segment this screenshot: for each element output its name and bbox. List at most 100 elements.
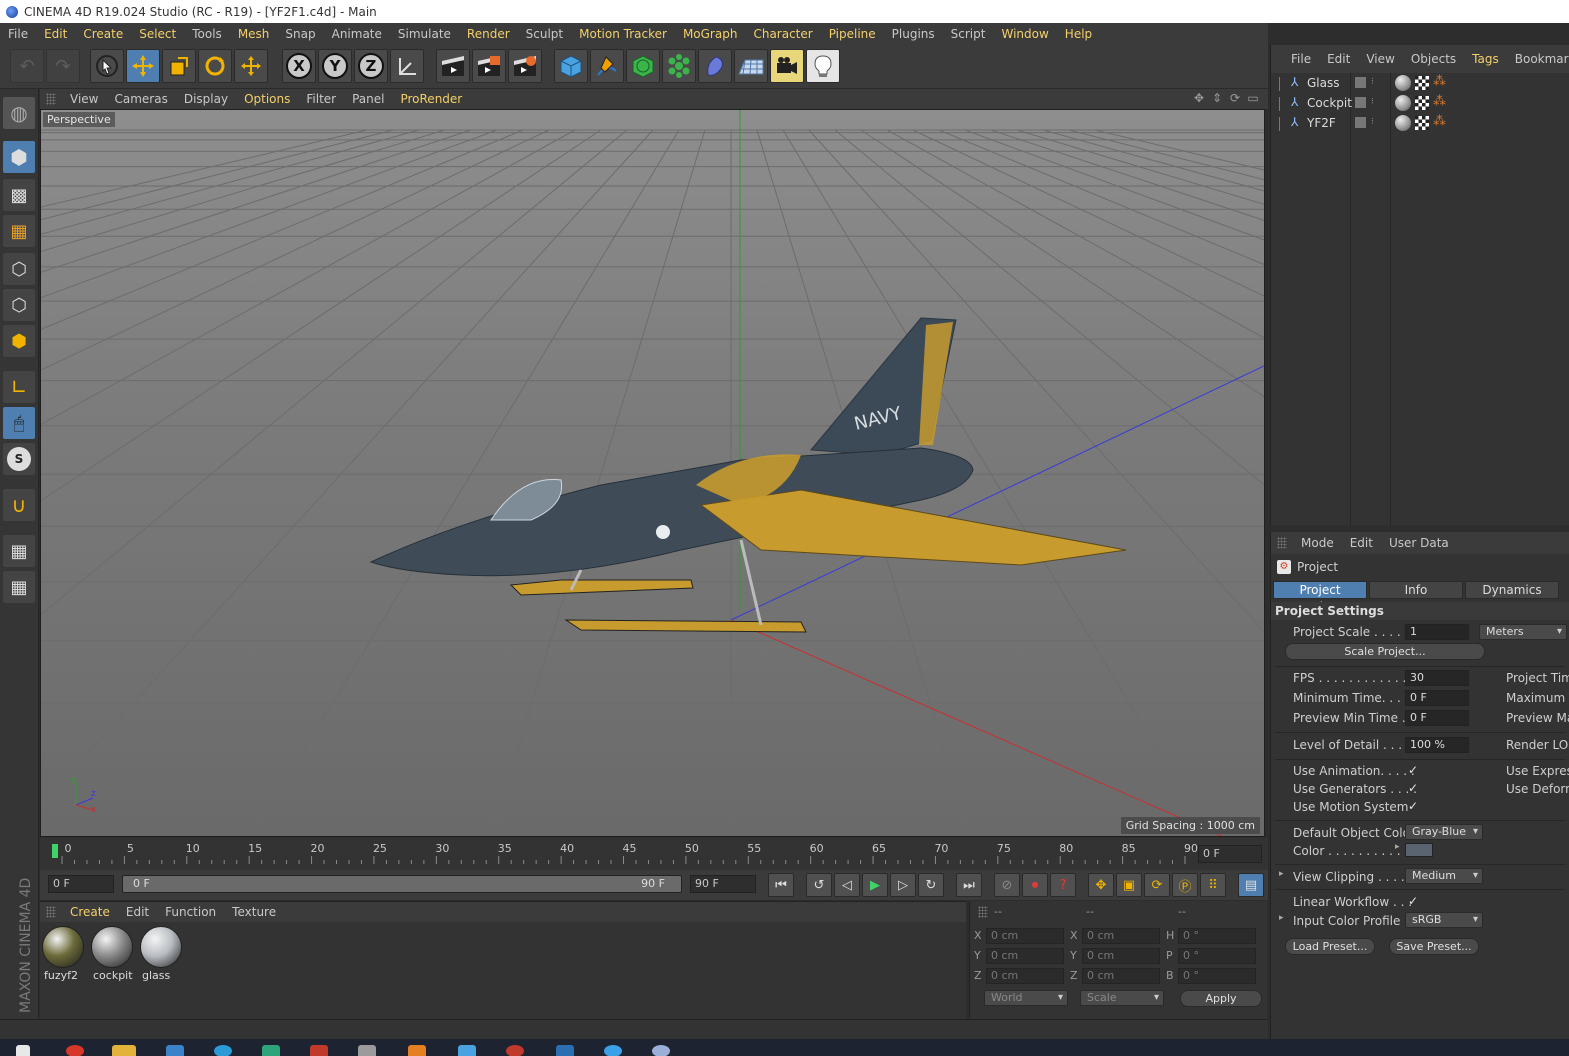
- texture-tag-icon[interactable]: [1415, 96, 1429, 110]
- previous-key-button[interactable]: ↺: [806, 873, 832, 897]
- uvw-tag-icon[interactable]: ⁂: [1433, 74, 1446, 89]
- position-field[interactable]: 0 cm: [986, 928, 1064, 944]
- menu-character[interactable]: Character: [745, 27, 820, 41]
- timeline-window-button[interactable]: ▤: [1238, 873, 1264, 897]
- attr-menu-edit[interactable]: Edit: [1342, 536, 1381, 550]
- menu-select[interactable]: Select: [131, 27, 184, 41]
- render-settings-button[interactable]: [508, 49, 542, 83]
- uvw-tag-icon[interactable]: ⁂: [1433, 114, 1446, 129]
- scale-project-button[interactable]: Scale Project...: [1285, 643, 1485, 660]
- menu-animate[interactable]: Animate: [324, 27, 390, 41]
- size-field[interactable]: 0 cm: [1082, 968, 1160, 984]
- menu-snap[interactable]: Snap: [277, 27, 323, 41]
- file-explorer-icon[interactable]: [112, 1045, 136, 1056]
- coordinate-mode-dropdown[interactable]: World: [984, 990, 1068, 1006]
- next-frame-button[interactable]: ▷: [890, 873, 916, 897]
- timeline-ruler[interactable]: 0 5 10 15 20 25 30 35 40 45 50 55 60 65 70 75 80 85 90 0 F: [40, 838, 1268, 870]
- snap-button[interactable]: S: [3, 443, 35, 475]
- rotation-field[interactable]: 0 °: [1178, 948, 1256, 964]
- uvw-tag-icon[interactable]: ⁂: [1433, 94, 1446, 109]
- cube-primitive-button[interactable]: [554, 49, 588, 83]
- app-green-icon[interactable]: [262, 1045, 280, 1056]
- end-frame-field[interactable]: 90 F: [690, 875, 756, 893]
- material-menu-edit[interactable]: Edit: [118, 905, 157, 919]
- use-generators-checkbox[interactable]: ✓: [1408, 781, 1418, 795]
- menu-create[interactable]: Create: [75, 27, 131, 41]
- object-row[interactable]: ⅄ Cockpit ⁝ ⁂: [1271, 94, 1569, 113]
- perspective-viewport[interactable]: NAVY y z x Perspective Grid Spacing : 10…: [40, 109, 1265, 837]
- use-motion-checkbox[interactable]: ✓: [1408, 799, 1418, 813]
- chrome-icon[interactable]: [66, 1045, 84, 1056]
- size-field[interactable]: 0 cm: [1082, 948, 1160, 964]
- edges-mode-button[interactable]: ⬡: [3, 289, 35, 321]
- photoshop-icon[interactable]: [556, 1045, 574, 1056]
- magnet-button[interactable]: ∪: [3, 489, 35, 521]
- undo-button[interactable]: ↶: [10, 49, 44, 83]
- material-tag-icon[interactable]: [1395, 75, 1411, 91]
- render-visibility-dots-icon[interactable]: ⁝: [1371, 97, 1374, 107]
- floor-button[interactable]: [734, 49, 768, 83]
- input-color-profile-dropdown[interactable]: sRGB: [1405, 912, 1483, 928]
- render-view-button[interactable]: [436, 49, 470, 83]
- color-swatch[interactable]: [1405, 843, 1433, 857]
- redo-button[interactable]: ↷: [46, 49, 80, 83]
- save-preset-button[interactable]: Save Preset...: [1389, 938, 1479, 955]
- tab-dynamics[interactable]: Dynamics: [1465, 581, 1559, 599]
- viewport-menu-panel[interactable]: Panel: [344, 92, 392, 106]
- points-mode-button[interactable]: ⬡: [3, 253, 35, 285]
- editor-visibility-icon[interactable]: [1355, 77, 1366, 88]
- camera-button[interactable]: [770, 49, 804, 83]
- app-gray-icon[interactable]: [358, 1045, 376, 1056]
- current-frame-field[interactable]: 0 F: [1198, 845, 1262, 863]
- pan-view-icon[interactable]: ✥: [1192, 91, 1206, 105]
- viewport-menu-prorender[interactable]: ProRender: [392, 92, 470, 106]
- keyframe-selection-button[interactable]: ?: [1050, 873, 1076, 897]
- app-red-icon[interactable]: [310, 1045, 328, 1056]
- menu-edit[interactable]: Edit: [36, 27, 75, 41]
- viewport-menu-filter[interactable]: Filter: [298, 92, 344, 106]
- model-mode-button[interactable]: ⬢: [3, 141, 35, 173]
- material-swatch[interactable]: fuzyf2: [42, 926, 86, 982]
- viewport-menu-options[interactable]: Options: [236, 92, 298, 106]
- menu-mesh[interactable]: Mesh: [230, 27, 278, 41]
- object-name[interactable]: Glass: [1307, 76, 1340, 90]
- object-name[interactable]: Cockpit: [1307, 96, 1352, 110]
- opera-icon[interactable]: [506, 1045, 524, 1056]
- deformer-button[interactable]: [698, 49, 732, 83]
- object-row[interactable]: ⅄ YF2F ⁝ ⁂: [1271, 114, 1569, 133]
- menu-motion-tracker[interactable]: Motion Tracker: [571, 27, 675, 41]
- view-clipping-dropdown[interactable]: Medium: [1405, 868, 1483, 884]
- material-tag-icon[interactable]: [1395, 115, 1411, 131]
- default-object-color-dropdown[interactable]: Gray-Blue: [1405, 824, 1483, 840]
- y-axis-lock-button[interactable]: Y: [318, 49, 352, 83]
- app-blue-icon[interactable]: [604, 1045, 622, 1056]
- render-visibility-dots-icon[interactable]: ⁝: [1371, 117, 1374, 127]
- material-menu-function[interactable]: Function: [157, 905, 224, 919]
- tab-info[interactable]: Info: [1369, 581, 1463, 599]
- viewport-menu-view[interactable]: View: [62, 92, 106, 106]
- menu-render[interactable]: Render: [459, 27, 518, 41]
- next-key-button[interactable]: ↻: [918, 873, 944, 897]
- scale-tool-button[interactable]: [162, 49, 196, 83]
- autokey-button[interactable]: ⏺: [1022, 873, 1048, 897]
- rotation-field[interactable]: 0 °: [1178, 968, 1256, 984]
- key-parameter-button[interactable]: Ⓟ: [1172, 873, 1198, 897]
- object-menu-tags[interactable]: Tags: [1464, 52, 1507, 66]
- pen-spline-button[interactable]: [590, 49, 624, 83]
- menu-pipeline[interactable]: Pipeline: [821, 27, 884, 41]
- editor-visibility-icon[interactable]: [1355, 117, 1366, 128]
- material-menu-texture[interactable]: Texture: [224, 905, 284, 919]
- input-profile-expand-icon[interactable]: ▸: [1279, 913, 1284, 923]
- object-name[interactable]: YF2F: [1307, 116, 1336, 130]
- windows-start-icon[interactable]: [16, 1045, 30, 1056]
- make-editable-button[interactable]: ◍: [3, 97, 35, 129]
- object-menu-view[interactable]: View: [1358, 52, 1402, 66]
- material-swatch[interactable]: glass: [140, 926, 184, 982]
- load-preset-button[interactable]: Load Preset...: [1285, 938, 1375, 955]
- preview-range-slider[interactable]: 0 F 90 F: [122, 875, 682, 893]
- lock-workplane-button[interactable]: ▦: [3, 535, 35, 567]
- size-field[interactable]: 0 cm: [1082, 928, 1160, 944]
- menu-mograph[interactable]: MoGraph: [675, 27, 746, 41]
- menu-sculpt[interactable]: Sculpt: [518, 27, 571, 41]
- zoom-view-icon[interactable]: ⇕: [1210, 91, 1224, 105]
